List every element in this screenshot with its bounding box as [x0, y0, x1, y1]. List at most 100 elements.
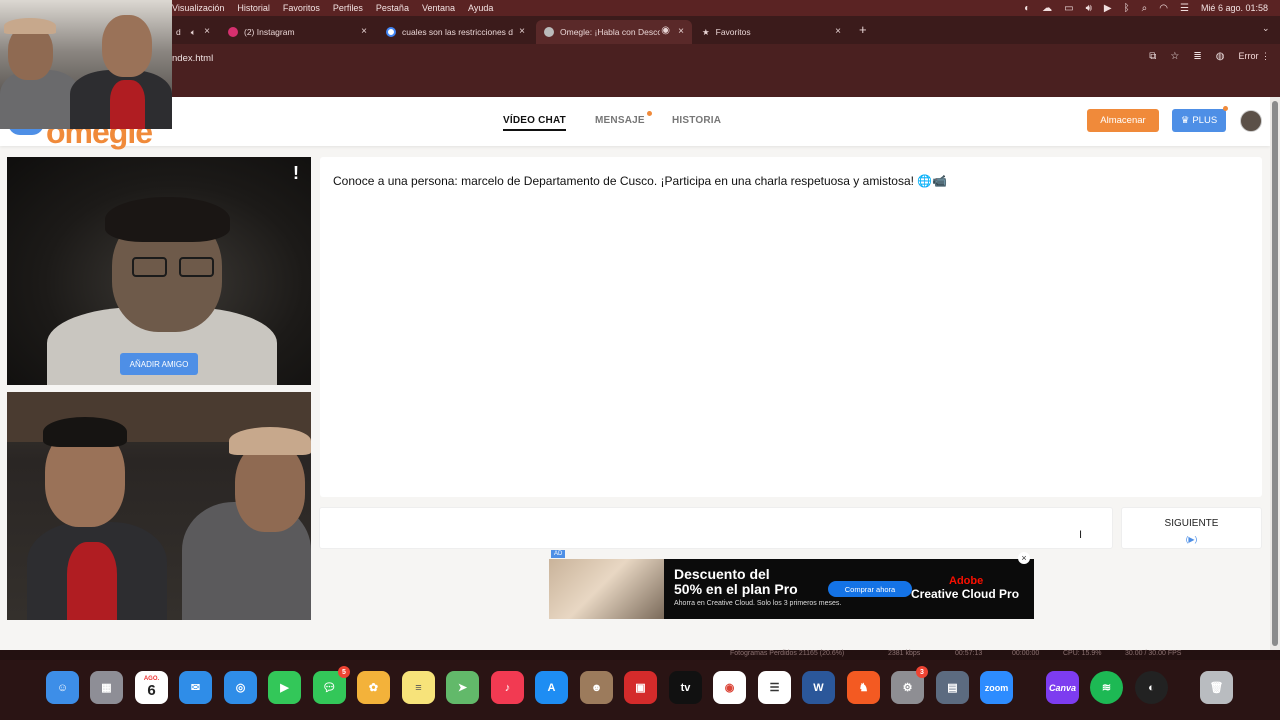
messages-icon[interactable]: 💬︎ 5	[313, 666, 350, 704]
person1-hair	[43, 417, 127, 447]
calendar-icon[interactable]: AGO. 6	[135, 671, 168, 704]
cpu-usage: CPU: 15.9%	[1063, 650, 1102, 657]
ad-close-button[interactable]: ×	[1018, 552, 1030, 564]
maps-icon[interactable]: ➤	[446, 671, 479, 704]
add-friend-button[interactable]: AÑADIR AMIGO	[120, 353, 198, 375]
globe-icon	[544, 27, 554, 37]
nav-message[interactable]: MENSAJE	[595, 115, 645, 126]
new-tab-button[interactable]: +	[859, 22, 867, 37]
tab-favoritos[interactable]: ★ Favoritos ×	[694, 20, 849, 44]
reminders-icon[interactable]: ☰	[758, 671, 791, 704]
app-store-icon[interactable]: A	[535, 671, 568, 704]
messages-badge: 5	[338, 666, 350, 678]
next-button[interactable]: SIGUIENTE (▶)	[1121, 507, 1262, 549]
apple-tv-icon[interactable]: tv	[669, 671, 702, 704]
ad-banner[interactable]: Descuento del 50% en el plan Pro Ahorra e…	[549, 559, 1034, 619]
fps: 30.00 / 30.00 FPS	[1125, 650, 1182, 657]
close-icon[interactable]: ×	[519, 26, 525, 37]
message-input[interactable]	[319, 507, 1113, 549]
display-icon[interactable]: ▭	[1064, 3, 1073, 14]
person2-face	[235, 442, 305, 532]
avatar[interactable]	[1240, 110, 1262, 132]
safari-icon[interactable]: ◎	[224, 671, 257, 704]
tab-audio[interactable]: d 🔈︎ ×	[168, 20, 218, 44]
profile-icon[interactable]: ◍	[1216, 51, 1225, 62]
menu-visualizacion[interactable]: Visualización	[172, 3, 224, 13]
preview-icon[interactable]: ▤	[936, 671, 969, 704]
glasses-left	[132, 257, 167, 277]
tab-label: cuales son las restricciones d	[402, 27, 514, 37]
bookmark-star-icon[interactable]: ☆	[1170, 51, 1179, 62]
scrollbar-thumb[interactable]	[1272, 101, 1278, 646]
photo-booth-icon[interactable]: ▣	[624, 671, 657, 704]
contacts-icon[interactable]: ☻	[580, 671, 613, 704]
canva-icon[interactable]: Canva	[1046, 671, 1079, 704]
tab-list-chevron-icon[interactable]: ⌄	[1262, 23, 1270, 34]
chat-panel: Conoce a una persona: marcelo de Departa…	[320, 157, 1262, 497]
menu-pestana[interactable]: Pestaña	[376, 3, 409, 13]
system-settings-icon[interactable]: ⚙ 3	[891, 666, 928, 704]
menu-historial[interactable]: Historial	[237, 3, 270, 13]
nav-video-chat[interactable]: VÍDEO CHAT	[503, 115, 566, 131]
ad-buy-button[interactable]: Comprar ahora	[828, 581, 912, 597]
person2-cap	[229, 427, 311, 455]
control-center-icon[interactable]: ☰	[1180, 3, 1189, 14]
volume-icon[interactable]: 🔊︎	[1086, 3, 1092, 14]
brave-icon[interactable]: ♞	[847, 671, 880, 704]
tab-instagram[interactable]: (2) Instagram ×	[220, 20, 375, 44]
ad-tag: AD	[551, 550, 566, 558]
obs-status-bar: Fotogramas Perdidos 21165 (20.6%) 2381 k…	[0, 650, 1280, 660]
finder-icon[interactable]: ☺	[46, 671, 79, 704]
error-button[interactable]: Error ⋮	[1238, 51, 1270, 62]
calendar-day: 6	[147, 682, 156, 699]
plus-button[interactable]: ♛ PLUS	[1172, 109, 1226, 132]
mail-icon[interactable]: ✉	[179, 671, 212, 704]
report-icon[interactable]: !	[293, 163, 299, 184]
nav-history[interactable]: HISTORIA	[672, 115, 721, 126]
speaker-icon[interactable]: 🔈︎	[191, 27, 196, 38]
play-icon[interactable]: ▶	[1104, 3, 1112, 14]
facetime-icon[interactable]: ▶	[268, 671, 301, 704]
notes-icon[interactable]: ≡	[402, 671, 435, 704]
google-icon	[386, 27, 396, 37]
menu-ayuda[interactable]: Ayuda	[468, 3, 493, 13]
reading-list-icon[interactable]: ≣	[1193, 51, 1201, 62]
search-icon[interactable]: ⌕	[1142, 3, 1148, 14]
settings-badge: 3	[916, 666, 928, 678]
menu-ventana[interactable]: Ventana	[422, 3, 455, 13]
notification-dot	[647, 111, 652, 116]
cast-icon[interactable]: ⧉	[1149, 51, 1156, 62]
adobe-logo-text: Adobe	[949, 575, 984, 587]
close-icon[interactable]: ×	[835, 26, 841, 37]
menubar-status-area: ◐ ☁ ▭ 🔊︎ ▶ ᛒ ⌕ ◠ ☰ Mié 6 ago. 01:58	[1024, 0, 1268, 16]
obs-studio-icon[interactable]: ◐	[1135, 671, 1168, 704]
obs-icon[interactable]: ◐	[1024, 3, 1030, 14]
tab-omegle[interactable]: Omegle: ¡Habla con Desco ◉ ×	[536, 20, 692, 44]
spotify-icon[interactable]: ≋	[1090, 671, 1123, 704]
photos-icon[interactable]: ✿	[357, 671, 390, 704]
word-icon[interactable]: W	[802, 671, 835, 704]
tab-label: Favoritos	[715, 27, 751, 37]
music-icon[interactable]: ♪	[491, 671, 524, 704]
cloud-icon[interactable]: ☁	[1042, 3, 1052, 14]
store-button[interactable]: Almacenar	[1087, 109, 1159, 132]
close-icon[interactable]: ×	[204, 26, 210, 37]
page-scrollbar[interactable]	[1270, 97, 1280, 650]
next-label: SIGUIENTE	[1164, 518, 1219, 529]
menu-perfiles[interactable]: Perfiles	[333, 3, 363, 13]
overlay-face2	[102, 15, 152, 77]
tab-google[interactable]: cuales son las restricciones d ×	[378, 20, 533, 44]
menubar-datetime[interactable]: Mié 6 ago. 01:58	[1201, 3, 1268, 13]
trash-icon[interactable]: 🗑︎	[1200, 671, 1233, 704]
close-icon[interactable]: ×	[678, 26, 684, 37]
launchpad-icon[interactable]: ▦	[90, 671, 123, 704]
url-field[interactable]: ndex.html	[172, 53, 213, 64]
bluetooth-icon[interactable]: ᛒ	[1124, 3, 1130, 14]
omegle-page: omegle VÍDEO CHAT MENSAJE HISTORIA Almac…	[0, 97, 1270, 650]
zoom-icon[interactable]: zoom	[980, 671, 1013, 704]
wifi-icon[interactable]: ◠	[1159, 3, 1168, 14]
close-icon[interactable]: ×	[361, 26, 367, 37]
menu-favoritos[interactable]: Favoritos	[283, 3, 320, 13]
tab-label: (2) Instagram	[244, 27, 295, 37]
chrome-icon[interactable]: ◉	[713, 671, 746, 704]
